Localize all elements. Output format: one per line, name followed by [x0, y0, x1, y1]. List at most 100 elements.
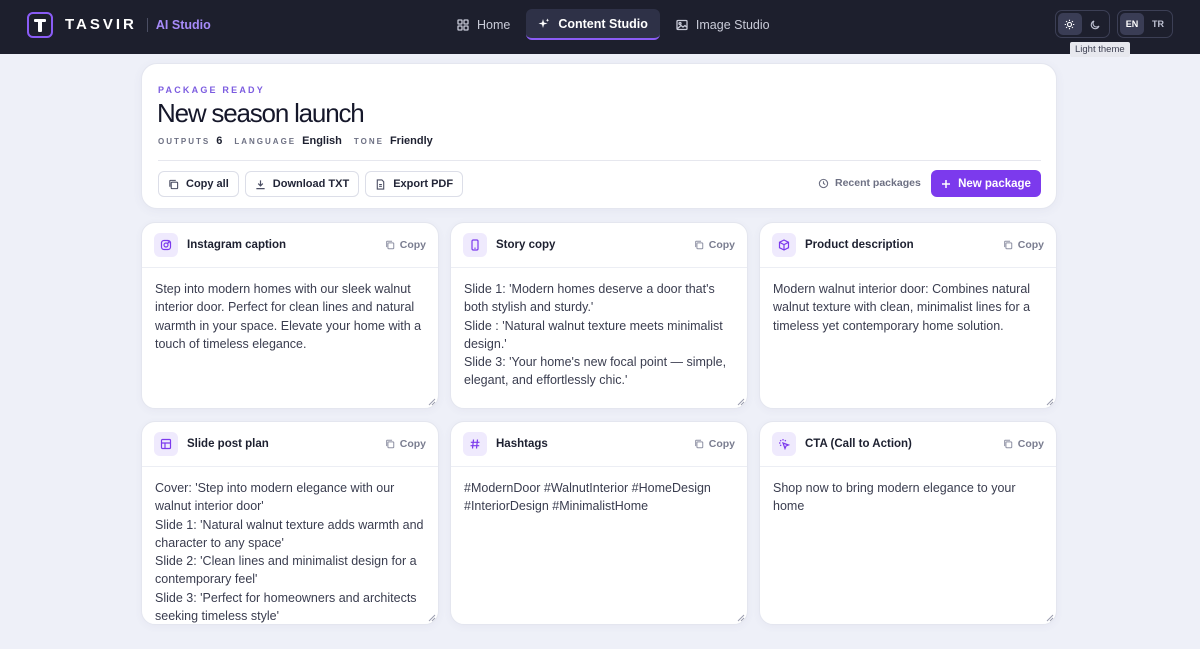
copy-label: Copy — [708, 239, 735, 251]
layout-icon — [154, 432, 178, 456]
export-pdf-button[interactable]: Export PDF — [365, 171, 464, 197]
download-icon — [256, 179, 265, 189]
output-text[interactable]: Slide 1: 'Modern homes deserve a door th… — [451, 268, 747, 408]
output-card-product-description: Product description Copy Modern walnut i… — [759, 222, 1057, 409]
meta-language-value: English — [302, 135, 342, 147]
output-card-header: Hashtags Copy — [451, 422, 747, 467]
output-title: Product description — [805, 239, 914, 251]
meta-tone-value: Friendly — [389, 135, 433, 147]
box-icon — [772, 233, 796, 257]
output-card-header: Story copy Copy — [451, 223, 747, 268]
brand[interactable]: TASVIR AI Studio — [27, 11, 211, 38]
nav-image-studio[interactable]: Image Studio — [664, 9, 782, 40]
image-icon — [676, 19, 688, 30]
moon-icon — [1090, 19, 1100, 29]
resize-handle-icon[interactable] — [737, 614, 745, 622]
main-nav: Home Content Studio Image Studio — [445, 9, 782, 40]
history-icon — [818, 178, 829, 188]
lang-tr-button[interactable]: TR — [1146, 13, 1170, 35]
copy-icon — [169, 179, 179, 189]
hash-icon — [463, 432, 487, 456]
output-card-hashtags: Hashtags Copy #ModernDoor #WalnutInterio… — [450, 421, 748, 625]
output-card-instagram-caption: Instagram caption Copy Step into modern … — [141, 222, 439, 409]
dark-theme-button[interactable] — [1084, 13, 1108, 35]
recent-packages-link[interactable]: Recent packages — [818, 177, 921, 189]
resize-handle-icon[interactable] — [428, 398, 436, 406]
output-card-header: Product description Copy — [760, 223, 1056, 268]
output-title: Instagram caption — [187, 239, 287, 251]
output-card-slide-post-plan: Slide post plan Copy Cover: 'Step into m… — [141, 421, 439, 625]
package-title: New season launch — [157, 98, 365, 128]
brand-name: TASVIR — [65, 16, 137, 33]
output-card-header: Slide post plan Copy — [142, 422, 438, 467]
nav-content-studio-label: Content Studio — [558, 16, 648, 31]
brand-divider — [146, 17, 148, 32]
copy-icon — [385, 240, 394, 250]
output-text[interactable]: Step into modern homes with our sleek wa… — [142, 268, 438, 408]
tasvir-logo-icon — [27, 11, 53, 38]
theme-tooltip: Light theme — [1070, 42, 1130, 57]
resize-handle-icon[interactable] — [428, 614, 436, 622]
grid-icon — [457, 18, 469, 31]
nav-home[interactable]: Home — [445, 9, 522, 40]
copy-icon — [694, 240, 703, 250]
lang-en-button[interactable]: EN — [1120, 13, 1144, 35]
top-bar: TASVIR AI Studio Home Content Studio Ima… — [0, 0, 1200, 54]
copy-button[interactable]: Copy — [385, 438, 426, 450]
output-card-story-copy: Story copy Copy Slide 1: 'Modern homes d… — [450, 222, 748, 409]
copy-label: Copy — [1017, 438, 1044, 450]
output-card-header: CTA (Call to Action) Copy — [760, 422, 1056, 467]
light-theme-button[interactable] — [1058, 13, 1082, 35]
sun-icon — [1064, 19, 1075, 29]
sparkle-icon — [538, 18, 550, 28]
output-text[interactable]: Cover: 'Step into modern elegance with o… — [142, 467, 438, 624]
copy-button[interactable]: Copy — [1003, 239, 1044, 251]
resize-handle-icon[interactable] — [1046, 398, 1054, 406]
output-card-cta: CTA (Call to Action) Copy Shop now to br… — [759, 421, 1057, 625]
brand-subtitle: AI Studio — [155, 17, 211, 32]
new-package-button[interactable]: New package — [931, 170, 1041, 197]
click-icon — [772, 432, 796, 456]
recent-packages-label: Recent packages — [835, 177, 921, 189]
copy-all-label: Copy all — [186, 178, 229, 190]
download-txt-label: Download TXT — [272, 178, 350, 190]
package-header-card: PACKAGE READY New season launch OUTPUTS … — [141, 63, 1057, 209]
copy-all-button[interactable]: Copy all — [158, 171, 239, 197]
meta-outputs-value: 6 — [216, 135, 223, 147]
plus-icon — [942, 179, 951, 188]
theme-toggle — [1055, 10, 1110, 38]
export-pdf-label: Export PDF — [393, 178, 454, 190]
nav-image-studio-label: Image Studio — [695, 17, 770, 32]
copy-label: Copy — [708, 438, 735, 450]
copy-button[interactable]: Copy — [385, 239, 426, 251]
output-title: CTA (Call to Action) — [805, 438, 912, 450]
copy-button[interactable]: Copy — [694, 239, 735, 251]
meta-outputs-label: OUTPUTS — [158, 136, 211, 146]
output-title: Story copy — [496, 239, 556, 251]
copy-label: Copy — [399, 438, 426, 450]
instagram-icon — [154, 233, 178, 257]
package-actions: Copy all Download TXT Export PDF — [158, 171, 464, 197]
divider — [158, 160, 1041, 161]
nav-content-studio[interactable]: Content Studio — [526, 9, 660, 40]
package-status: PACKAGE READY — [158, 85, 265, 95]
resize-handle-icon[interactable] — [737, 398, 745, 406]
download-txt-button[interactable]: Download TXT — [244, 171, 360, 197]
output-text[interactable]: Modern walnut interior door: Combines na… — [760, 268, 1056, 408]
copy-icon — [1003, 439, 1012, 449]
copy-icon — [385, 439, 394, 449]
output-text[interactable]: #ModernDoor #WalnutInterior #HomeDesign … — [451, 467, 747, 624]
resize-handle-icon[interactable] — [1046, 614, 1054, 622]
output-title: Hashtags — [496, 438, 548, 450]
new-package-label: New package — [958, 177, 1031, 190]
copy-button[interactable]: Copy — [694, 438, 735, 450]
output-title: Slide post plan — [187, 438, 269, 450]
package-meta: OUTPUTS 6 LANGUAGE English TONE Friendly — [158, 135, 445, 147]
copy-icon — [694, 439, 703, 449]
copy-button[interactable]: Copy — [1003, 438, 1044, 450]
meta-tone-label: TONE — [353, 136, 384, 146]
language-toggle: EN TR — [1117, 10, 1173, 38]
copy-label: Copy — [1017, 239, 1044, 251]
output-card-header: Instagram caption Copy — [142, 223, 438, 268]
output-text[interactable]: Shop now to bring modern elegance to you… — [760, 467, 1056, 624]
